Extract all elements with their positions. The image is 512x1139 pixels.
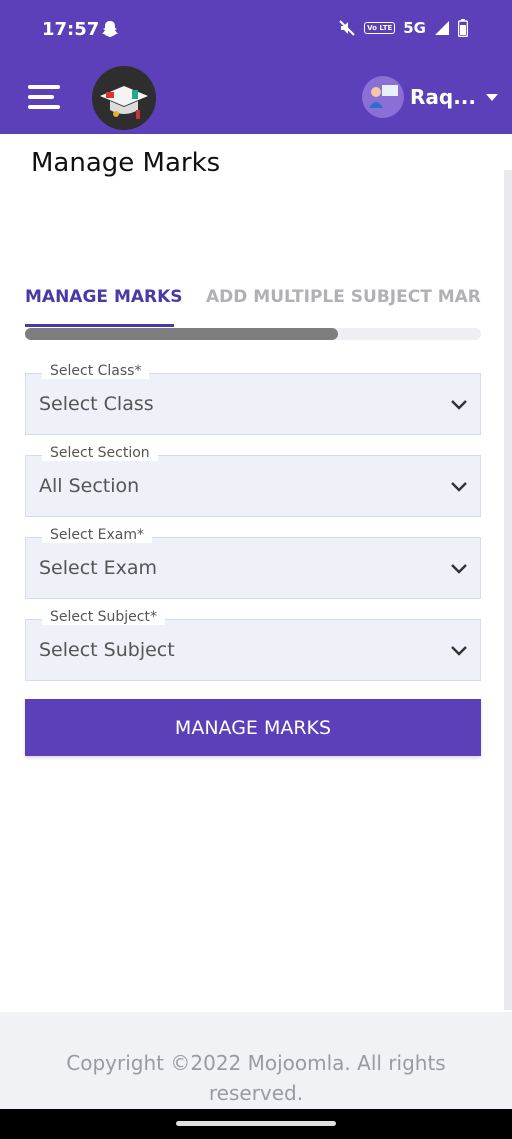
status-bar: 17:57 Vo LTE 5G: [0, 0, 512, 62]
tab-bar: MANAGE MARKS ADD MULTIPLE SUBJECT MARKS: [25, 283, 481, 343]
signal-icon: [435, 21, 449, 35]
select-class-label: Select Class*: [42, 363, 150, 379]
caret-down-icon: [486, 93, 498, 101]
user-avatar: [361, 76, 404, 118]
user-menu[interactable]: Raq...: [361, 76, 498, 118]
network-type: 5G: [403, 19, 426, 37]
home-gesture-handle[interactable]: [176, 1121, 336, 1126]
user-name: Raq...: [409, 85, 476, 109]
status-time: 17:57: [42, 19, 100, 40]
tab-scrollbar-thumb[interactable]: [25, 328, 338, 340]
select-exam-dropdown[interactable]: Select Exam* Select Exam: [25, 527, 481, 599]
chevron-down-icon: [451, 400, 467, 410]
tab-add-multiple-subject-marks[interactable]: ADD MULTIPLE SUBJECT MARKS: [206, 287, 481, 307]
select-section-value: All Section: [39, 475, 140, 497]
battery-icon: [458, 19, 468, 37]
chevron-down-icon: [451, 482, 467, 492]
select-section-dropdown[interactable]: Select Section All Section: [25, 445, 481, 517]
active-tab-indicator: [25, 324, 174, 327]
system-navigation-bar: [0, 1109, 512, 1139]
mute-icon: [339, 20, 355, 36]
select-subject-value: Select Subject: [39, 639, 175, 661]
chevron-down-icon: [451, 646, 467, 656]
page-title: Manage Marks: [31, 148, 221, 178]
app-header: Raq...: [0, 62, 512, 134]
select-exam-value: Select Exam: [39, 557, 158, 579]
manage-marks-button[interactable]: MANAGE MARKS: [25, 699, 481, 756]
select-subject-label: Select Subject*: [42, 609, 165, 625]
tab-manage-marks[interactable]: MANAGE MARKS: [25, 287, 183, 307]
status-indicators: Vo LTE 5G: [338, 19, 468, 37]
footer: Copyright ©2022 Mojoomla. All rights res…: [0, 1012, 512, 1109]
select-class-value: Select Class: [39, 393, 154, 415]
select-section-label: Select Section: [42, 445, 158, 461]
tab-scrollbar[interactable]: [25, 328, 481, 340]
select-exam-label: Select Exam*: [42, 527, 152, 543]
app-logo[interactable]: [92, 66, 156, 130]
graduation-cap-logo-icon: [92, 66, 156, 130]
volte-icon: Vo LTE: [364, 22, 396, 34]
select-class-dropdown[interactable]: Select Class* Select Class: [25, 363, 481, 435]
copyright-text: Copyright ©2022 Mojoomla. All rights res…: [66, 1051, 446, 1105]
hamburger-menu-icon[interactable]: [28, 85, 60, 111]
select-subject-dropdown[interactable]: Select Subject* Select Subject: [25, 609, 481, 681]
chevron-down-icon: [451, 564, 467, 574]
snapchat-icon: [102, 21, 118, 37]
teacher-avatar-icon: [361, 76, 404, 118]
page-scrollbar[interactable]: [504, 170, 512, 1010]
